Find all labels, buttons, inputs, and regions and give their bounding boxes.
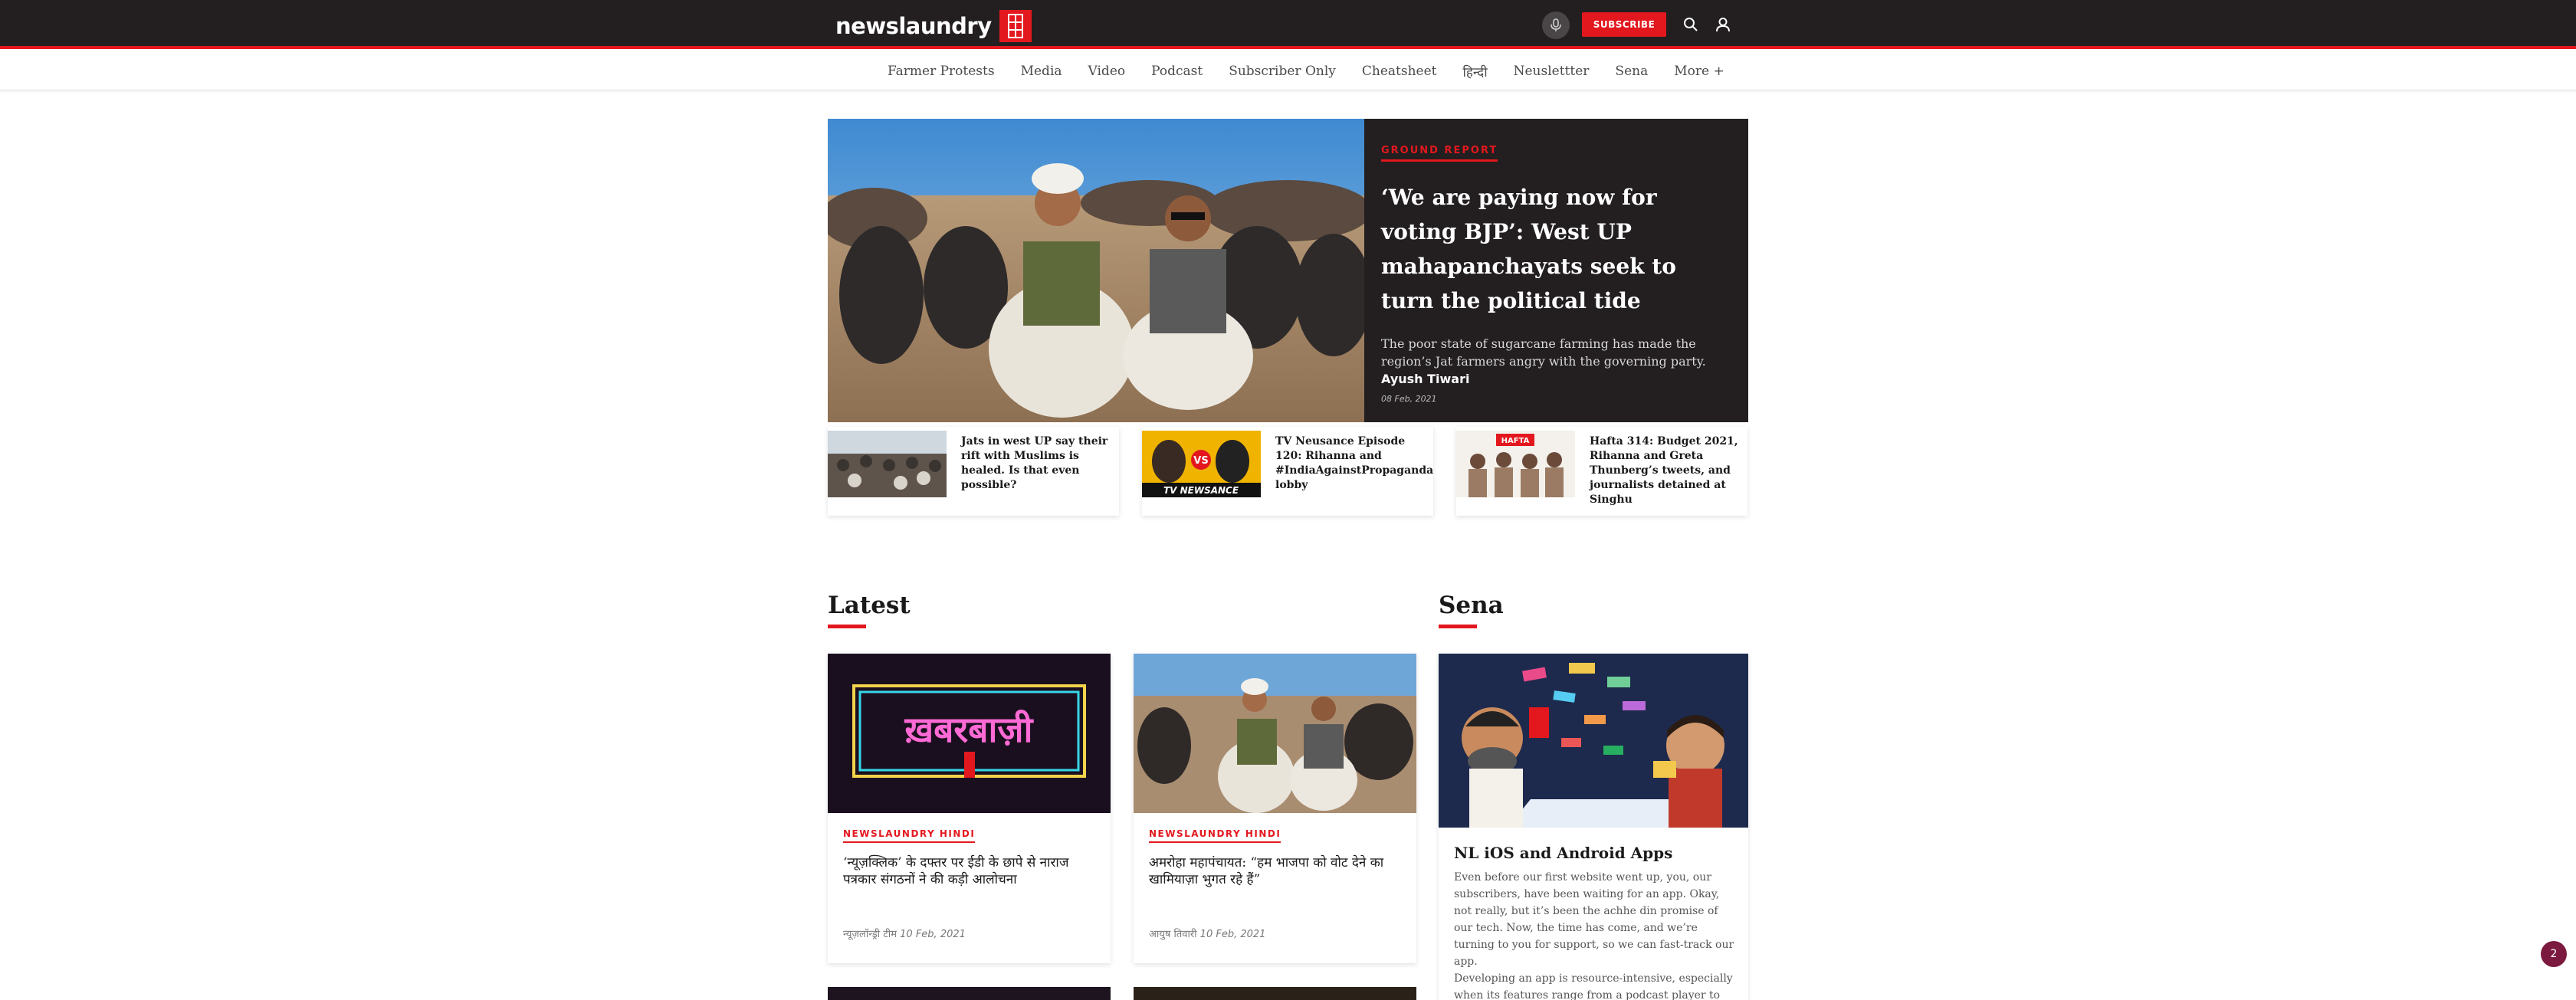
hero-author[interactable]: Ayush Tiwari xyxy=(1381,372,1469,386)
khabarbazi-image-text: ख़बरबाज़ी xyxy=(904,709,1035,750)
nav-item[interactable]: Podcast xyxy=(1151,64,1203,79)
story-thumbnail[interactable]: HAFTA xyxy=(1456,431,1575,497)
nav-item[interactable]: More + xyxy=(1674,64,1724,79)
story-title[interactable]: अमरोहा महापंचायत: “हम भाजपा को वोट देने … xyxy=(1149,854,1402,888)
nav-item[interactable]: Media xyxy=(1021,64,1062,79)
story-date: 10 Feb, 2021 xyxy=(900,929,966,940)
site-logo[interactable]: newslaundry xyxy=(835,10,1032,42)
latest-heading[interactable]: Latest xyxy=(828,592,911,619)
mini-story-card[interactable]: HAFTA Hafta 314: Budget 2021, Rihanna an… xyxy=(1456,427,1747,516)
hero-description: The poor state of sugarcane farming has … xyxy=(1381,336,1706,369)
nav-item[interactable]: Video xyxy=(1088,64,1126,79)
sena-heading[interactable]: Sena xyxy=(1439,592,1504,619)
nav-item[interactable]: Sena xyxy=(1615,64,1648,79)
hero-image[interactable] xyxy=(828,119,1364,422)
sena-paragraph: Even before our first website went up, y… xyxy=(1454,871,1734,968)
hero-category-tag[interactable]: GROUND REPORT xyxy=(1381,145,1498,162)
notification-badge[interactable]: 2 xyxy=(2541,941,2567,967)
microphone-icon xyxy=(1551,18,1561,31)
thumb-caption: TV NEWSANCE xyxy=(1163,485,1239,496)
next-story-image-peek[interactable] xyxy=(828,987,1111,1000)
sena-illustration[interactable] xyxy=(1439,654,1748,828)
story-author[interactable]: आयुष तिवारी xyxy=(1149,929,1197,940)
search-icon xyxy=(1684,18,1698,31)
mini-story-title[interactable]: Hafta 314: Budget 2021, Rihanna and Gret… xyxy=(1590,434,1740,507)
story-meta: आयुष तिवारी 10 Feb, 2021 xyxy=(1149,926,1265,940)
logo-text: newslaundry xyxy=(835,13,992,39)
mini-story-title[interactable]: TV Neusance Episode 120: Rihanna and #In… xyxy=(1275,434,1433,493)
user-icon xyxy=(1716,18,1730,32)
thumb-caption: HAFTA xyxy=(1501,437,1530,445)
hero-headline[interactable]: ‘We are paying now for voting BJP’: West… xyxy=(1381,180,1731,318)
sena-paragraph: Developing an app is resource-intensive,… xyxy=(1454,972,1733,1000)
story-category-tag[interactable]: NEWSLAUNDRY HINDI xyxy=(843,828,976,843)
sena-story-title[interactable]: NL iOS and Android Apps xyxy=(1454,844,1672,862)
story-image[interactable] xyxy=(1134,654,1416,813)
thumb-vs-text: VS xyxy=(1193,455,1208,467)
search-button[interactable] xyxy=(1680,14,1701,35)
story-thumbnail[interactable] xyxy=(828,431,947,497)
story-thumbnail[interactable]: VS TV NEWSANCE xyxy=(1142,431,1261,497)
sena-story-card[interactable]: NL iOS and Android Apps Even before our … xyxy=(1439,654,1748,1000)
next-story-image-peek[interactable] xyxy=(1134,987,1416,1000)
mini-story-title[interactable]: Jats in west UP say their rift with Musl… xyxy=(961,434,1111,493)
story-category-tag[interactable]: NEWSLAUNDRY HINDI xyxy=(1149,828,1281,843)
story-date: 10 Feb, 2021 xyxy=(1199,929,1266,940)
mini-story-card[interactable]: VS TV NEWSANCE TV Neusance Episode 120: … xyxy=(1142,427,1433,516)
latest-heading-underline xyxy=(828,625,866,628)
main-nav: Farmer Protests Media Video Podcast Subscrib… xyxy=(0,52,2576,90)
hero-date: 08 Feb, 2021 xyxy=(1381,394,1437,404)
nav-item[interactable]: Neuslettter xyxy=(1514,64,1590,79)
story-meta: न्यूज़लॉन्ड्री टीम 10 Feb, 2021 xyxy=(843,926,966,940)
hero-text-panel: GROUND REPORT ‘We are paying now for vot… xyxy=(1364,119,1748,422)
nav-item[interactable]: हिन्दी xyxy=(1463,63,1488,80)
hero-story[interactable]: GROUND REPORT ‘We are paying now for vot… xyxy=(828,119,1748,422)
latest-story-card[interactable]: NEWSLAUNDRY HINDI अमरोहा महापंचायत: “हम … xyxy=(1134,654,1416,963)
account-button[interactable] xyxy=(1712,14,1734,35)
nav-list: Farmer Protests Media Video Podcast Subscrib… xyxy=(888,52,1724,90)
sena-heading-underline xyxy=(1439,625,1477,628)
sena-story-body: Even before our first website went up, y… xyxy=(1454,869,1738,1000)
top-bar: newslaundry SUBSCRIBE xyxy=(0,0,2576,49)
latest-story-card[interactable]: ख़बरबाज़ी NEWSLAUNDRY HINDI ‘न्यूज़क्लिक… xyxy=(828,654,1111,963)
story-image[interactable]: ख़बरबाज़ी xyxy=(828,654,1111,813)
nav-item[interactable]: Farmer Protests xyxy=(888,64,995,79)
logo-mark-icon xyxy=(999,10,1032,42)
subscribe-button[interactable]: SUBSCRIBE xyxy=(1582,12,1666,37)
story-title[interactable]: ‘न्यूज़क्लिक’ के दफ्तर पर ईडी के छापे से… xyxy=(843,854,1096,888)
nav-item[interactable]: Cheatsheet xyxy=(1362,64,1437,79)
microphone-button[interactable] xyxy=(1542,11,1570,39)
nav-item[interactable]: Subscriber Only xyxy=(1229,64,1336,79)
mini-story-card[interactable]: Jats in west UP say their rift with Musl… xyxy=(828,427,1119,516)
story-author[interactable]: न्यूज़लॉन्ड्री टीम xyxy=(843,929,897,940)
